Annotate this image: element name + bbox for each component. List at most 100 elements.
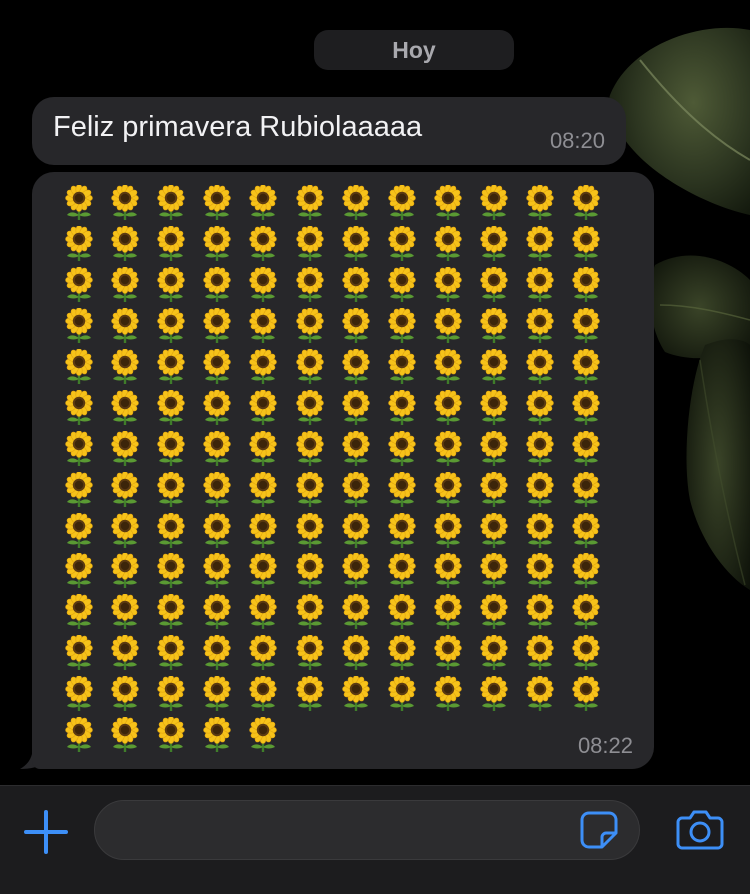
sunflower-emoji — [379, 674, 425, 715]
sunflower-emoji — [563, 183, 609, 224]
sunflower-emoji — [240, 387, 286, 428]
sunflower-emoji — [240, 347, 286, 388]
sunflower-emoji — [563, 592, 609, 633]
sunflower-emoji — [333, 347, 379, 388]
sunflower-emoji — [333, 510, 379, 551]
sunflower-emoji — [333, 224, 379, 265]
sunflower-emoji — [471, 633, 517, 674]
sunflower-emoji — [56, 633, 102, 674]
message-bubble-emoji[interactable]: 08:22 — [32, 172, 654, 769]
sunflower-emoji — [471, 347, 517, 388]
sunflower-emoji — [333, 387, 379, 428]
sticker-icon[interactable] — [580, 811, 618, 849]
sunflower-emoji — [194, 510, 240, 551]
sunflower-emoji — [194, 306, 240, 347]
sunflower-emoji — [425, 592, 471, 633]
sunflower-emoji — [240, 183, 286, 224]
sunflower-emoji — [102, 715, 148, 756]
sunflower-emoji — [471, 224, 517, 265]
sunflower-emoji — [517, 387, 563, 428]
sunflower-emoji — [194, 469, 240, 510]
sunflower-emoji — [56, 387, 102, 428]
message-input-field[interactable] — [94, 800, 640, 861]
sunflower-emoji — [425, 551, 471, 592]
sunflower-emoji — [240, 633, 286, 674]
sunflower-emoji — [56, 551, 102, 592]
sunflower-emoji — [425, 674, 471, 715]
message-bubble-text[interactable]: Feliz primavera Rubiolaaaaa 08:20 — [32, 97, 626, 165]
sunflower-emoji — [517, 428, 563, 469]
sunflower-emoji — [425, 510, 471, 551]
message-text: Feliz primavera Rubiolaaaaa — [53, 111, 423, 143]
sunflower-emoji — [102, 592, 148, 633]
sunflower-emoji — [240, 674, 286, 715]
sunflower-emoji — [286, 551, 332, 592]
sunflower-emoji — [286, 592, 332, 633]
sunflower-emoji — [517, 592, 563, 633]
sunflower-emoji — [56, 674, 102, 715]
sunflower-emoji — [102, 387, 148, 428]
sunflower-emoji — [194, 674, 240, 715]
sunflower-emoji — [56, 183, 102, 224]
sunflower-emoji — [425, 306, 471, 347]
message-input[interactable] — [115, 801, 579, 861]
message-time: 08:22 — [577, 733, 633, 758]
sunflower-emoji — [379, 387, 425, 428]
plus-icon[interactable] — [21, 807, 71, 857]
sunflower-emoji — [471, 674, 517, 715]
sunflower-emoji — [563, 469, 609, 510]
sunflower-emoji — [286, 224, 332, 265]
sunflower-emoji — [425, 347, 471, 388]
sunflower-emoji — [56, 715, 102, 756]
sunflower-emoji — [517, 510, 563, 551]
sunflower-emoji — [333, 633, 379, 674]
sunflower-emoji — [102, 265, 148, 306]
sunflower-emoji — [563, 306, 609, 347]
sunflower-emoji — [102, 428, 148, 469]
sunflower-emoji — [471, 183, 517, 224]
sunflower-emoji — [102, 347, 148, 388]
sunflower-emoji — [102, 224, 148, 265]
sunflower-emoji — [286, 265, 332, 306]
sunflower-emoji — [379, 469, 425, 510]
sunflower-emoji — [563, 674, 609, 715]
sunflower-emoji — [194, 551, 240, 592]
sunflower-emoji — [563, 265, 609, 306]
sunflower-emoji — [333, 469, 379, 510]
sunflower-emoji — [286, 633, 332, 674]
sunflower-emoji — [56, 510, 102, 551]
sunflower-emoji — [471, 428, 517, 469]
sunflower-emoji — [148, 183, 194, 224]
sunflower-emoji — [240, 265, 286, 306]
sunflower-emoji — [240, 510, 286, 551]
chat-area[interactable]: Hoy Feliz primavera Rubiolaaaaa 08:20 08… — [0, 0, 750, 785]
message-time: 08:20 — [549, 128, 605, 153]
sunflower-emoji — [379, 265, 425, 306]
sunflower-emoji — [148, 633, 194, 674]
sunflower-emoji — [56, 224, 102, 265]
sunflower-emoji — [471, 469, 517, 510]
sunflower-emoji — [563, 510, 609, 551]
sunflower-emoji — [240, 306, 286, 347]
sunflower-emoji — [56, 428, 102, 469]
sunflower-emoji — [471, 592, 517, 633]
sunflower-emoji — [563, 428, 609, 469]
sunflower-emoji — [56, 265, 102, 306]
sunflower-emoji — [563, 551, 609, 592]
sunflower-emoji — [517, 347, 563, 388]
sunflower-emoji — [240, 715, 286, 756]
sunflower-emoji — [240, 592, 286, 633]
sunflower-emoji — [333, 183, 379, 224]
sunflower-emoji — [286, 469, 332, 510]
sunflower-emoji — [333, 265, 379, 306]
sunflower-emoji — [333, 551, 379, 592]
sunflower-emoji — [102, 306, 148, 347]
sunflower-emoji — [102, 551, 148, 592]
sunflower-emoji — [379, 592, 425, 633]
emoji-grid — [56, 183, 616, 755]
sunflower-emoji — [56, 306, 102, 347]
sunflower-emoji — [517, 265, 563, 306]
camera-icon[interactable] — [676, 807, 724, 851]
sunflower-emoji — [517, 469, 563, 510]
sunflower-emoji — [148, 715, 194, 756]
